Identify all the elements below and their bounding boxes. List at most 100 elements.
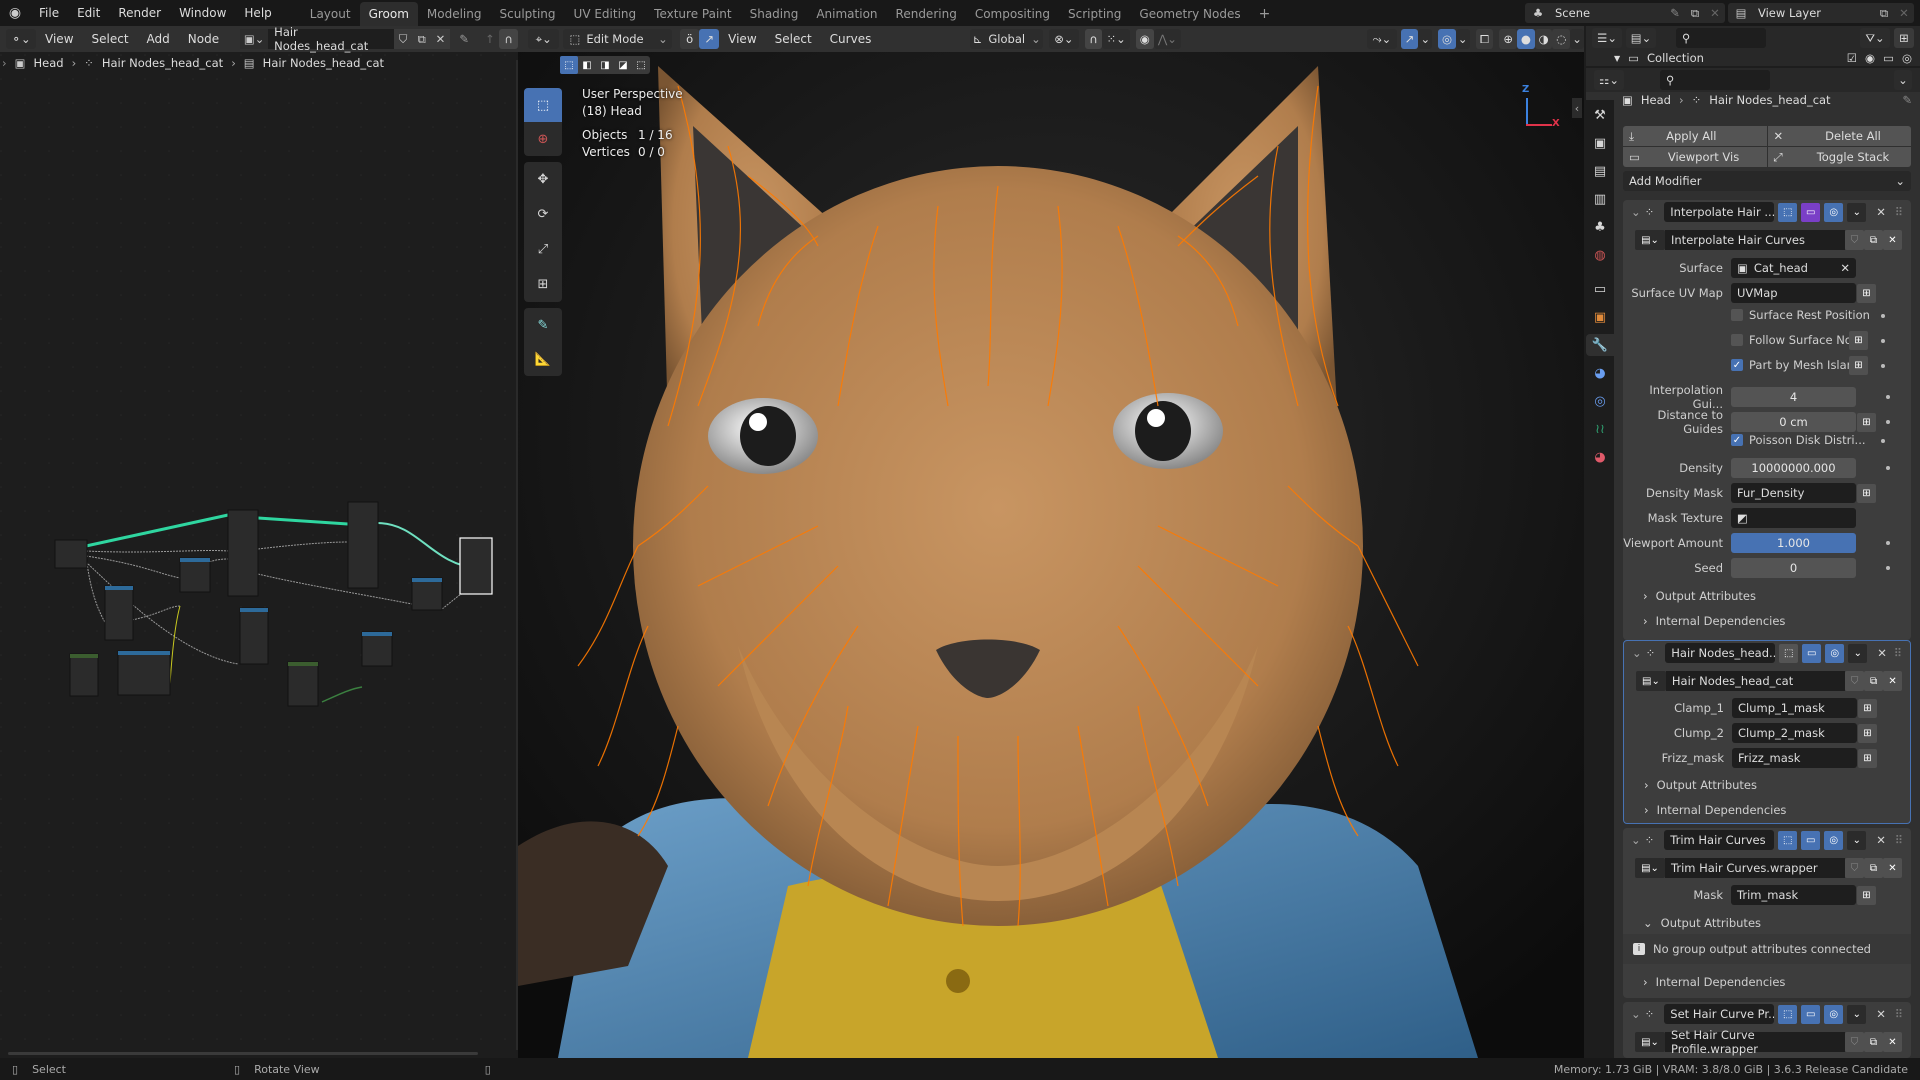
node-graph[interactable] (0, 54, 518, 1054)
properties-options[interactable]: ⌄ (1894, 70, 1912, 90)
fake-user-icon[interactable]: ⛉ (1845, 671, 1865, 691)
keyframe-dot[interactable] (1886, 541, 1890, 545)
duplicate-icon[interactable]: ⧉ (1864, 671, 1884, 691)
shading-solid[interactable]: ● (1517, 29, 1535, 49)
delete-modifier-icon[interactable]: ✕ (1877, 646, 1887, 660)
tab-compositing[interactable]: Compositing (966, 2, 1059, 26)
mode-selector[interactable]: ⬚ Edit Mode ⌄ (563, 29, 672, 49)
constraints-tab-icon[interactable]: ≀≀ (1589, 418, 1611, 440)
close-icon[interactable]: ✕ (1894, 6, 1914, 20)
edit-mode-toggle[interactable]: ⬚ (1778, 1004, 1798, 1024)
tab-animation[interactable]: Animation (807, 2, 886, 26)
pivot-selector[interactable]: ⊗⌄ (1049, 29, 1079, 49)
render-tab-icon[interactable]: ▣ (1589, 132, 1611, 154)
modifier-name-field[interactable]: Hair Nodes_head... (1665, 643, 1776, 663)
viewport-menu-curves[interactable]: Curves (821, 32, 881, 46)
node-group-field[interactable]: Interpolate Hair Curves (1665, 230, 1845, 250)
keyframe-dot[interactable] (1881, 439, 1885, 443)
tab-layout[interactable]: Layout (301, 2, 360, 26)
select-mode-new-icon[interactable]: ⬚ (560, 56, 578, 74)
node-menu-select[interactable]: Select (83, 32, 138, 46)
viewport-menu-view[interactable]: View (719, 32, 765, 46)
tab-uv-editing[interactable]: UV Editing (565, 2, 646, 26)
parent-node-tree-icon[interactable]: ↑ (480, 32, 499, 46)
collapse-icon[interactable]: ⌄ (1632, 646, 1642, 660)
keyframe-dot[interactable] (1886, 566, 1890, 570)
editor-type-button[interactable]: ⌖⌄ (528, 29, 560, 49)
node-menu-node[interactable]: Node (179, 32, 228, 46)
gizmo-toggle[interactable]: ⤳⌄ (1367, 29, 1397, 49)
duplicate-icon[interactable]: ⧉ (412, 29, 432, 49)
add-workspace-button[interactable]: + (1250, 2, 1280, 26)
particles-tab-icon[interactable]: ◕ (1589, 362, 1611, 384)
snap-target-selector[interactable]: ⁙⌄ (1102, 29, 1130, 49)
editor-type-button[interactable]: ⚬⌄ (6, 29, 37, 49)
view-layer-tab-icon[interactable]: ▥ (1589, 188, 1611, 210)
modifier-menu[interactable]: ⌄ (1847, 830, 1867, 850)
cursor-tool-icon[interactable]: ⊕ (524, 122, 562, 156)
select-mode-invert-icon[interactable]: ◪ (614, 56, 632, 74)
snap-icon[interactable]: ∩ (499, 29, 519, 49)
add-modifier-dropdown[interactable]: Add Modifier ⌄ (1623, 171, 1911, 191)
expand-icon[interactable]: ▼ (1614, 54, 1620, 63)
pin-icon[interactable]: ✎ (1665, 6, 1685, 20)
sidebar-toggle-icon[interactable]: ‹ (1572, 98, 1582, 118)
outliner-editor-type[interactable]: ☰⌄ (1592, 28, 1622, 48)
copy-scene-icon[interactable]: ⧉ (1685, 6, 1705, 21)
shading-rendered[interactable]: ◌ (1552, 29, 1571, 49)
internal-dependencies-subpanel[interactable]: › Internal Dependencies (1643, 975, 1785, 989)
render-toggle[interactable]: ◎ (1824, 830, 1844, 850)
unlink-icon[interactable]: ✕ (431, 29, 450, 49)
fake-user-icon[interactable]: ⛉ (1845, 1032, 1864, 1052)
node-menu-view[interactable]: View (36, 32, 82, 46)
follow-normal-checkbox[interactable] (1731, 334, 1743, 346)
select-points-button[interactable]: ö (679, 29, 700, 49)
tab-modeling[interactable]: Modeling (418, 2, 491, 26)
properties-search-input[interactable]: ⚲ (1660, 70, 1770, 90)
measure-tool-icon[interactable]: 📐 (524, 342, 562, 376)
physics-tab-icon[interactable]: ◎ (1589, 390, 1611, 412)
duplicate-icon[interactable]: ⧉ (1864, 230, 1883, 250)
render-toggle[interactable]: ◎ (1825, 643, 1845, 663)
shading-dropdown[interactable]: ⌄ (1570, 29, 1584, 49)
delete-all-button[interactable]: ✕ Delete All (1767, 126, 1911, 146)
edit-mode-toggle[interactable]: ⬚ (1778, 830, 1798, 850)
surface-field[interactable]: ▣ Cat_head ✕ (1731, 258, 1856, 278)
edit-mode-toggle[interactable]: ⬚ (1778, 202, 1798, 222)
xray-toggle[interactable]: ⧠ (1475, 29, 1494, 49)
attribute-toggle-icon[interactable]: ⊞ (1857, 412, 1876, 432)
properties-editor-type[interactable]: ⚏⌄ (1594, 70, 1624, 90)
shading-wireframe[interactable]: ⊕ (1499, 29, 1518, 49)
attribute-toggle-icon[interactable]: ⊞ (1858, 748, 1877, 768)
orientation-selector[interactable]: ⊾ Global ⌄ (970, 29, 1044, 49)
new-collection-button[interactable]: ⊞ (1894, 28, 1914, 48)
scale-tool-icon[interactable]: ⤢ (524, 232, 562, 267)
keyframe-dot[interactable] (1886, 420, 1890, 424)
density-mask-field[interactable]: Fur_Density (1731, 483, 1856, 503)
filter-button[interactable]: ⛛⌄ (1860, 28, 1890, 48)
duplicate-icon[interactable]: ⧉ (1864, 858, 1883, 878)
distance-to-guides-field[interactable]: 0 cm (1731, 412, 1856, 432)
interpolation-guides-field[interactable]: 4 (1731, 387, 1856, 407)
unlink-icon[interactable]: ✕ (1883, 858, 1902, 878)
node-menu-add[interactable]: Add (138, 32, 179, 46)
object-tab-icon[interactable]: ▣ (1589, 306, 1611, 328)
keyframe-dot[interactable] (1881, 314, 1885, 318)
copy-layer-icon[interactable]: ⧉ (1874, 6, 1894, 21)
modifier-menu[interactable]: ⌄ (1848, 643, 1868, 663)
clump-1-field[interactable]: Clump_1_mask (1732, 698, 1857, 718)
attribute-toggle-icon[interactable]: ⊞ (1857, 885, 1876, 905)
close-icon[interactable]: ✕ (1705, 6, 1725, 20)
fake-user-icon[interactable]: ⛉ (1845, 230, 1864, 250)
modifier-name-field[interactable]: Trim Hair Curves (1664, 830, 1775, 850)
tab-groom[interactable]: Groom (359, 2, 418, 26)
viewport-toggle[interactable]: ▭ (1801, 830, 1821, 850)
attribute-toggle-icon[interactable]: ⊞ (1857, 283, 1876, 303)
attribute-toggle-icon[interactable]: ⊞ (1858, 723, 1877, 743)
render-toggle[interactable]: ◎ (1824, 1004, 1844, 1024)
unlink-icon[interactable]: ✕ (1883, 671, 1902, 691)
overlays-toggle[interactable]: ◎ (1438, 29, 1456, 49)
menu-file[interactable]: File (30, 0, 68, 26)
clear-icon[interactable]: ✕ (1840, 261, 1850, 275)
viewport-amount-slider[interactable]: 1.000 (1731, 533, 1856, 553)
